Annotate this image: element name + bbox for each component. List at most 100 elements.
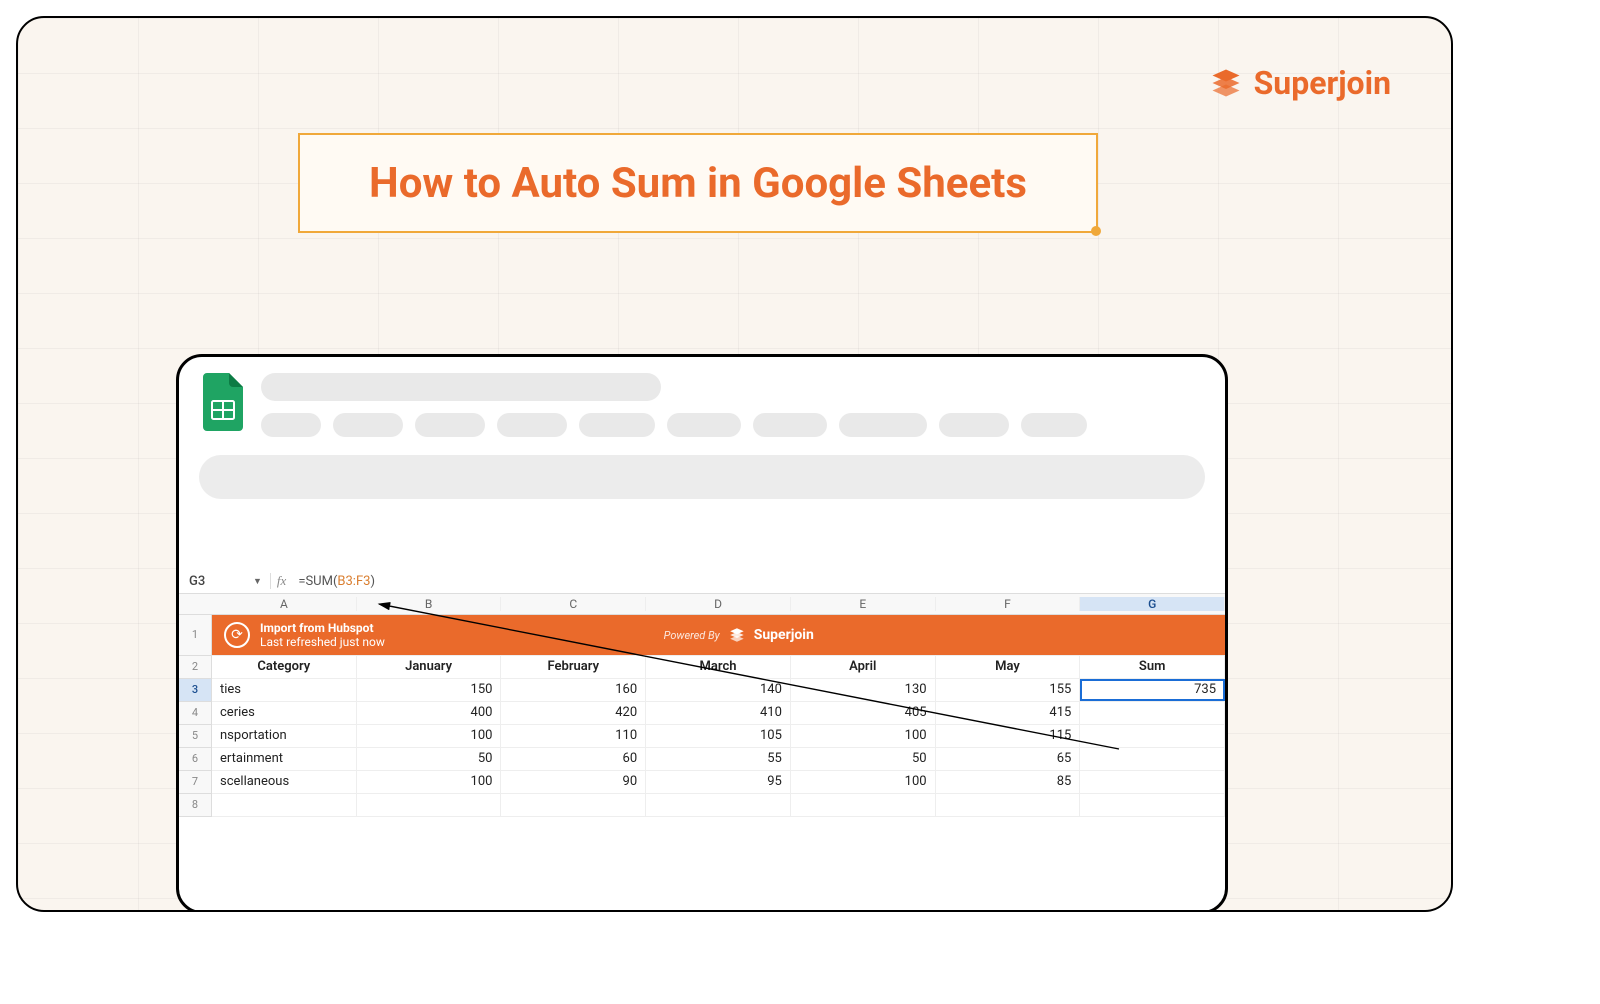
cell[interactable]: scellaneous — [212, 771, 357, 793]
cell[interactable]: 415 — [936, 702, 1081, 724]
cell[interactable]: 50 — [357, 748, 502, 770]
cell[interactable]: 100 — [791, 725, 936, 747]
header-cell[interactable]: February — [501, 656, 646, 678]
header-cell[interactable]: January — [357, 656, 502, 678]
row-number[interactable]: 4 — [179, 702, 212, 725]
title-box: How to Auto Sum in Google Sheets — [298, 133, 1098, 233]
row-number[interactable]: 7 — [179, 771, 212, 794]
cell[interactable]: ties — [212, 679, 357, 701]
cell[interactable]: 85 — [936, 771, 1081, 793]
cell[interactable] — [646, 794, 791, 816]
page-title: How to Auto Sum in Google Sheets — [369, 159, 1027, 208]
header-cell[interactable]: Category — [212, 656, 357, 678]
row-number[interactable]: 8 — [179, 794, 212, 817]
column-header-E[interactable]: E — [791, 597, 936, 611]
cell[interactable] — [212, 794, 357, 816]
table-row: 6ertainment5060555065 — [179, 748, 1225, 771]
column-header-C[interactable]: C — [501, 597, 646, 611]
header-cell[interactable]: April — [791, 656, 936, 678]
cell[interactable] — [357, 794, 502, 816]
refresh-icon[interactable]: ⟳ — [224, 622, 250, 648]
cell[interactable] — [1080, 702, 1225, 724]
cell[interactable] — [1080, 725, 1225, 747]
cell[interactable]: 115 — [936, 725, 1081, 747]
cell[interactable]: nsportation — [212, 725, 357, 747]
menu-skeleton — [261, 413, 1205, 437]
cell[interactable]: 95 — [646, 771, 791, 793]
tutorial-card: Superjoin How to Auto Sum in Google Shee… — [16, 16, 1453, 912]
menu-item-skeleton — [1021, 413, 1087, 437]
app-header-skeleton — [179, 357, 1225, 445]
cell[interactable] — [1080, 771, 1225, 793]
row-1: 1 ⟳ Import from Hubspot Last refreshed j… — [179, 615, 1225, 656]
name-box-dropdown-icon[interactable]: ▼ — [245, 576, 270, 587]
row-2-headers: 2 CategoryJanuaryFebruaryMarchAprilMaySu… — [179, 656, 1225, 679]
cell[interactable]: 100 — [357, 771, 502, 793]
cell[interactable]: 420 — [501, 702, 646, 724]
menu-item-skeleton — [333, 413, 403, 437]
cell[interactable] — [936, 794, 1081, 816]
row-number[interactable]: 6 — [179, 748, 212, 771]
powered-by: Powered By Superjoin — [664, 626, 814, 644]
menu-item-skeleton — [839, 413, 927, 437]
brand-logo: Superjoin — [1208, 64, 1391, 102]
column-header-G[interactable]: G — [1080, 597, 1225, 611]
cell[interactable]: 405 — [791, 702, 936, 724]
cell[interactable]: 110 — [501, 725, 646, 747]
cell[interactable]: 150 — [357, 679, 502, 701]
cell[interactable]: 90 — [501, 771, 646, 793]
cell[interactable]: 100 — [791, 771, 936, 793]
cell[interactable] — [1080, 748, 1225, 770]
cell[interactable]: 735 — [1080, 679, 1225, 701]
cell[interactable]: 60 — [501, 748, 646, 770]
toolbar-skeleton — [199, 455, 1205, 499]
formula-input[interactable]: =SUM(B3:F3) — [292, 574, 375, 589]
row-number[interactable]: 1 — [179, 615, 212, 656]
cell[interactable] — [791, 794, 936, 816]
cell[interactable]: ceries — [212, 702, 357, 724]
superjoin-icon — [1208, 65, 1244, 101]
sheets-screenshot: G3 ▼ fx =SUM(B3:F3) ABCDEFG 1 ⟳ Import f… — [176, 354, 1228, 912]
header-cell[interactable]: May — [936, 656, 1081, 678]
column-header-B[interactable]: B — [357, 597, 502, 611]
cell[interactable]: ertainment — [212, 748, 357, 770]
menu-item-skeleton — [753, 413, 827, 437]
cell[interactable]: 400 — [357, 702, 502, 724]
superjoin-small-icon — [728, 626, 746, 644]
column-header-F[interactable]: F — [936, 597, 1081, 611]
menu-item-skeleton — [667, 413, 741, 437]
cell[interactable] — [501, 794, 646, 816]
cell[interactable]: 55 — [646, 748, 791, 770]
row-number[interactable]: 3 — [179, 679, 212, 702]
doc-title-skeleton — [261, 373, 661, 401]
table-row: 5nsportation100110105100115 — [179, 725, 1225, 748]
column-headers[interactable]: ABCDEFG — [179, 594, 1225, 615]
column-header-D[interactable]: D — [646, 597, 791, 611]
header-cell[interactable]: Sum — [1080, 656, 1225, 678]
cell[interactable]: 105 — [646, 725, 791, 747]
formula-prefix: =SUM( — [298, 574, 337, 589]
header-cell[interactable]: March — [646, 656, 791, 678]
cell[interactable]: 410 — [646, 702, 791, 724]
selection-handle-icon — [1091, 226, 1101, 236]
cell[interactable]: 155 — [936, 679, 1081, 701]
row-number[interactable]: 5 — [179, 725, 212, 748]
menu-item-skeleton — [939, 413, 1009, 437]
fx-icon: fx — [270, 573, 292, 589]
cell[interactable]: 140 — [646, 679, 791, 701]
name-box[interactable]: G3 — [179, 574, 245, 589]
cell[interactable]: 160 — [501, 679, 646, 701]
import-banner[interactable]: ⟳ Import from Hubspot Last refreshed jus… — [212, 615, 1225, 655]
cell[interactable]: 65 — [936, 748, 1081, 770]
cell[interactable]: 100 — [357, 725, 502, 747]
brand-name: Superjoin — [1254, 64, 1391, 102]
menu-item-skeleton — [497, 413, 567, 437]
row-number[interactable]: 2 — [179, 656, 212, 679]
cell[interactable]: 50 — [791, 748, 936, 770]
cell[interactable] — [1080, 794, 1225, 816]
cell[interactable]: 130 — [791, 679, 936, 701]
column-header-A[interactable]: A — [212, 597, 357, 611]
formula-bar[interactable]: G3 ▼ fx =SUM(B3:F3) — [179, 569, 1225, 594]
table-row: 8 — [179, 794, 1225, 817]
banner-title: Import from Hubspot — [260, 621, 385, 635]
